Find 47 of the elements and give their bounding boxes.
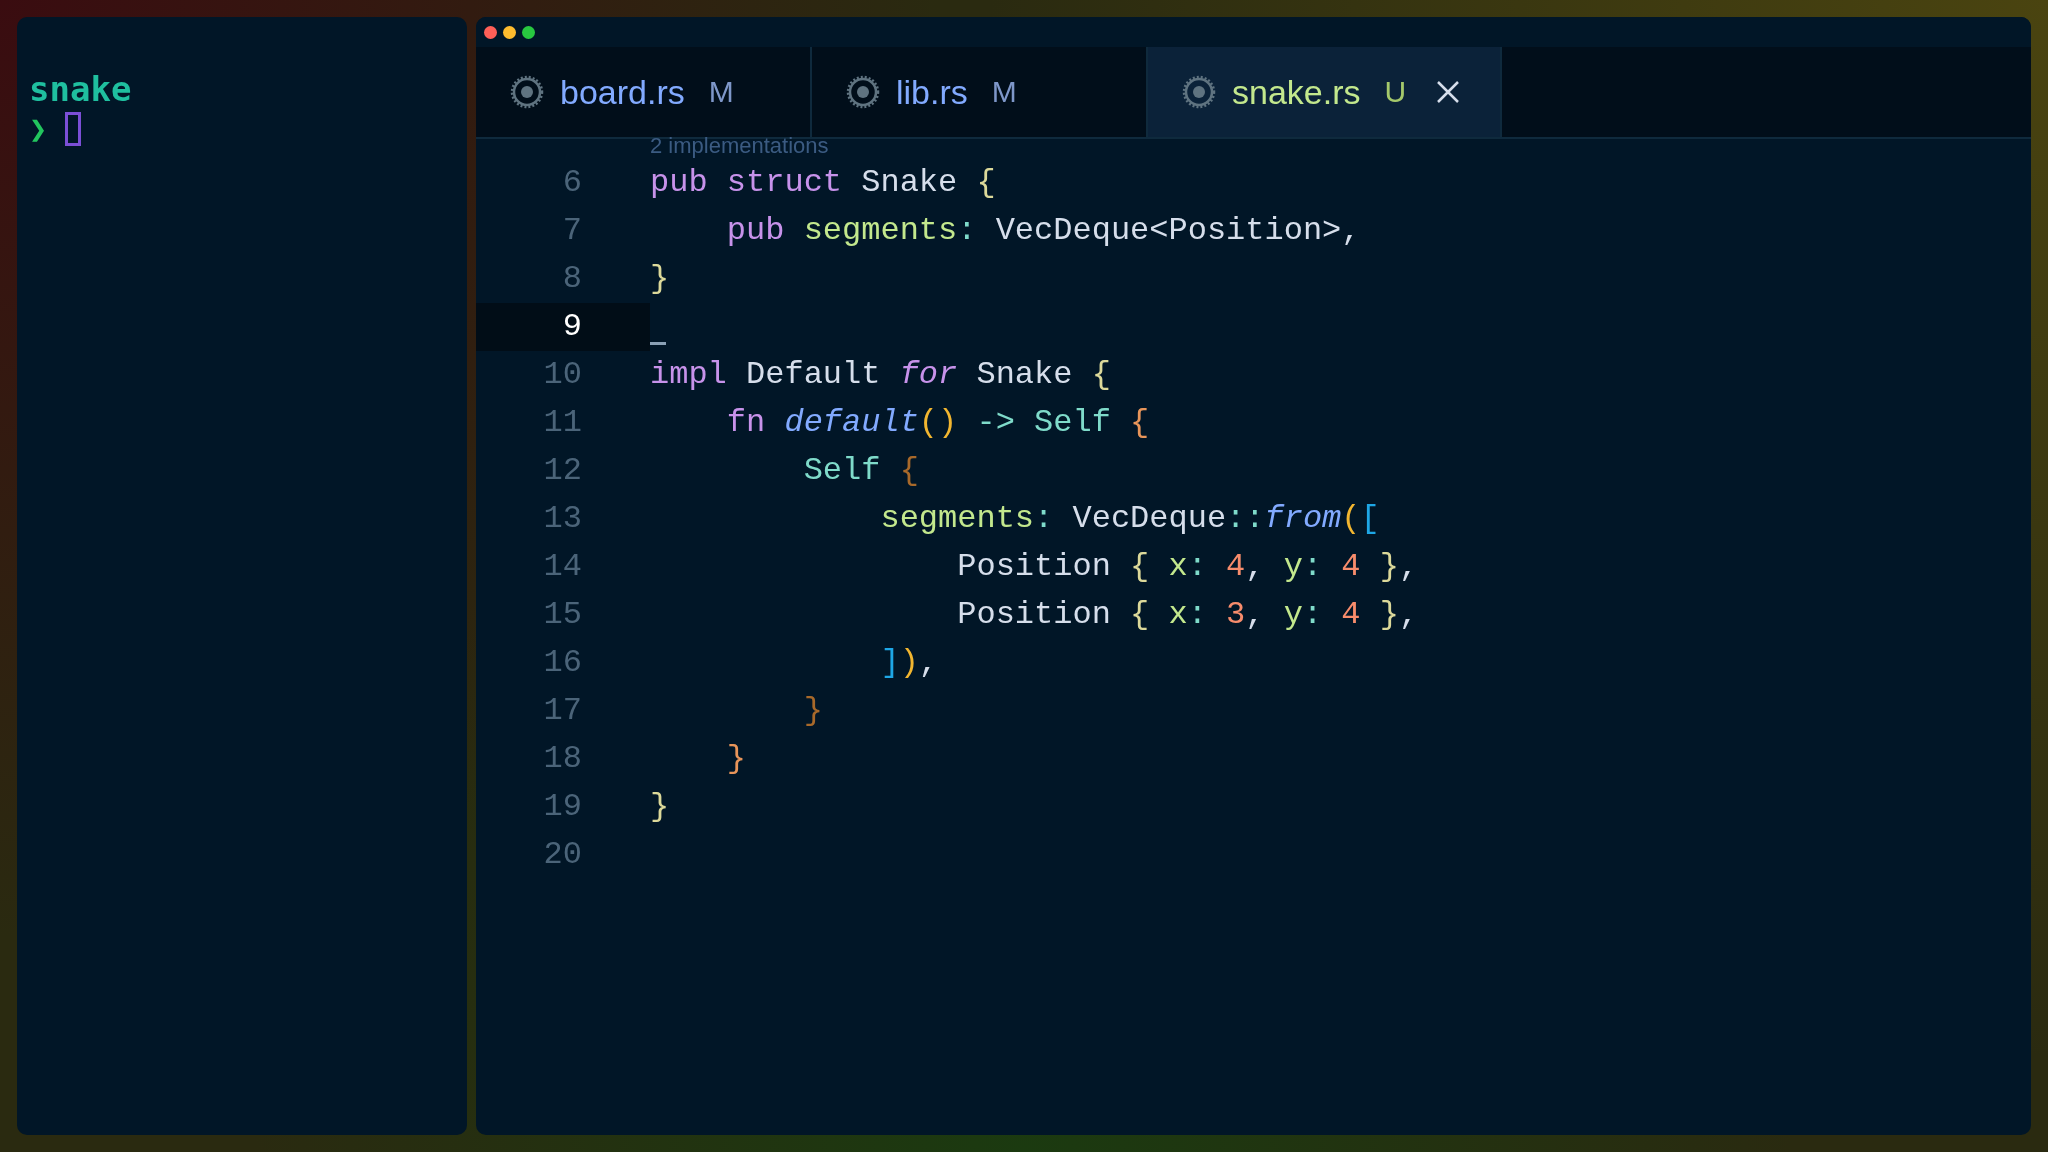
- code-line: pub struct Snake {: [650, 163, 996, 203]
- code-line: Position { x: 3, y: 4 },: [956, 595, 1419, 635]
- line-number: 13: [542, 499, 583, 539]
- editor-tab[interactable]: board.rs M: [476, 47, 812, 137]
- line-number: 12: [542, 451, 583, 491]
- zoom-window-button[interactable]: [522, 25, 535, 39]
- git-status-letter: U: [1384, 75, 1407, 109]
- code-line: }: [725, 739, 746, 779]
- close-icon[interactable]: [1436, 80, 1461, 104]
- rust-logo-icon: [846, 75, 880, 109]
- line-number: 10: [542, 355, 583, 395]
- terminal-cursor: [65, 111, 82, 146]
- line-number: 17: [542, 691, 583, 731]
- code-line: pub segments: VecDeque<Position>,: [725, 211, 1361, 251]
- code-line: }: [650, 787, 670, 827]
- line-number: 20: [542, 835, 583, 875]
- git-status-letter: M: [991, 75, 1017, 109]
- terminal-directory: snake: [29, 69, 132, 109]
- line-number: 9: [476, 303, 650, 351]
- line-number: 7: [561, 211, 583, 251]
- code-line: segments: VecDeque::from([: [879, 499, 1380, 539]
- tab-label: board.rs: [560, 72, 685, 112]
- code-line: }: [802, 691, 823, 731]
- tab-label: snake.rs: [1232, 72, 1361, 112]
- prompt-symbol: ❯: [29, 111, 48, 146]
- code-line: Self {: [802, 451, 919, 491]
- code-line: ]),: [879, 643, 939, 683]
- minimize-window-button[interactable]: [503, 25, 516, 39]
- line-number: 11: [542, 403, 583, 443]
- tab-label: lib.rs: [896, 72, 968, 112]
- code-line: impl Default for Snake {: [650, 355, 1111, 395]
- rust-logo-icon: [510, 75, 544, 109]
- editor-tab[interactable]: snake.rs U: [1148, 47, 1503, 137]
- line-number: 14: [542, 547, 583, 587]
- line-number: 15: [542, 595, 583, 635]
- code-line: Position { x: 4, y: 4 },: [956, 547, 1419, 587]
- line-number: 18: [542, 739, 583, 779]
- line-number: 16: [542, 643, 583, 683]
- line-number: 19: [542, 787, 583, 827]
- code-line: fn default() -> Self {: [725, 403, 1150, 443]
- git-status-letter: M: [708, 75, 734, 109]
- close-window-button[interactable]: [484, 25, 497, 39]
- line-number: 6: [561, 163, 583, 203]
- rust-logo-icon: [1182, 75, 1216, 109]
- code-line: }: [650, 259, 670, 299]
- text-cursor: [650, 342, 666, 345]
- line-number: 8: [561, 259, 583, 299]
